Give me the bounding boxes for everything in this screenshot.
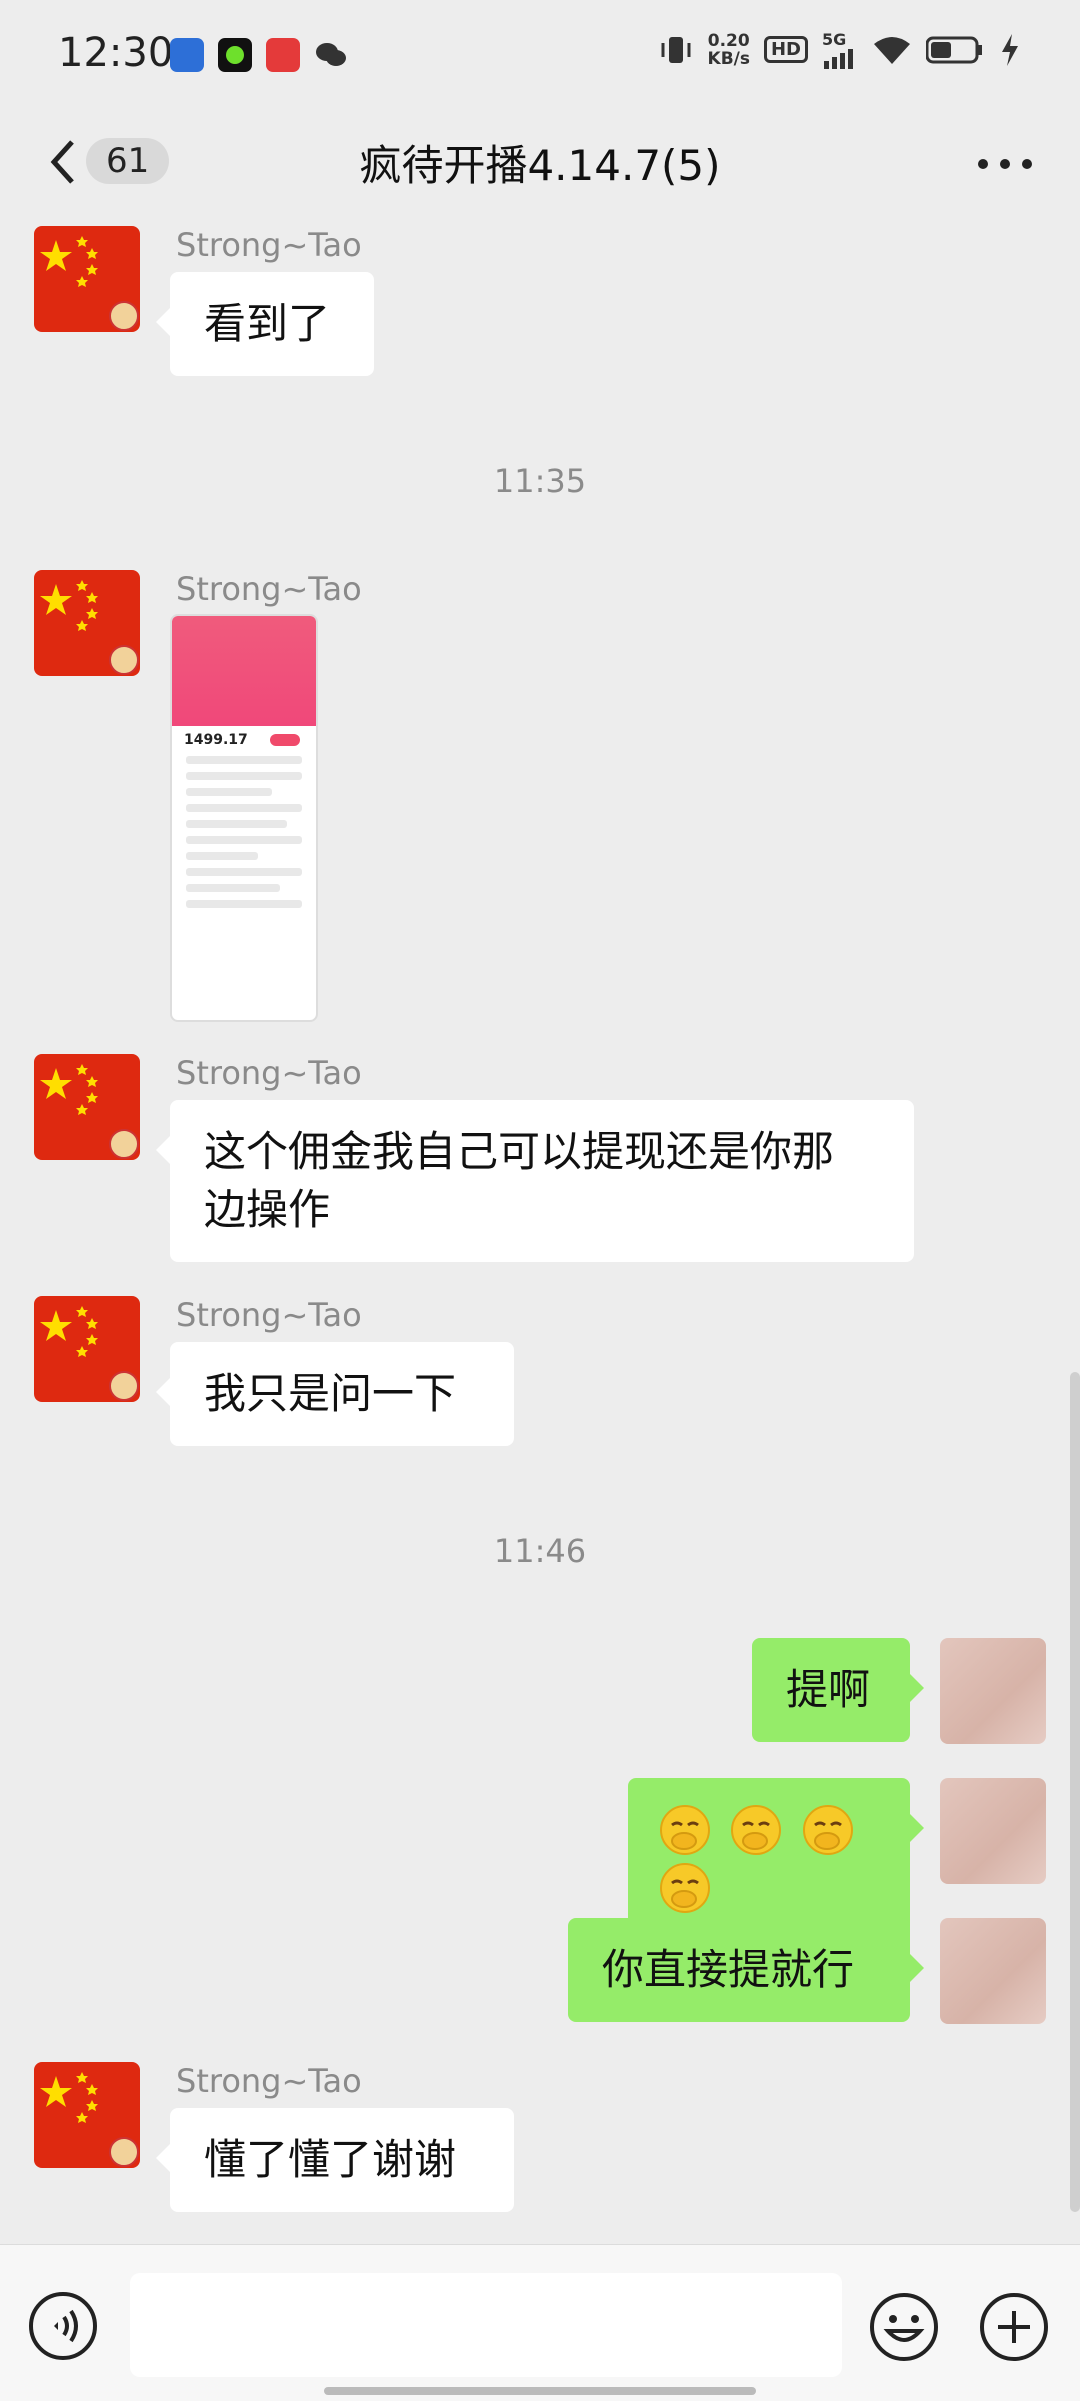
message-bubble[interactable]: 看到了 — [156, 272, 374, 376]
sender-name: Strong~Tao — [176, 1296, 362, 1334]
wechat-notification-icon — [314, 38, 348, 72]
message-bubble-self[interactable]: 你直接提就行 — [568, 1918, 924, 2022]
chat-title: 疯待开播4.14.7(5) — [359, 141, 721, 190]
message-bubble-self[interactable]: 提啊 — [752, 1638, 924, 1742]
chat-message-list[interactable]: Strong~Tao 看到了 11:35 Strong~Tao 1499.17 — [0, 214, 1080, 2244]
avatar[interactable] — [34, 1296, 140, 1402]
status-right-icons: 0.20 KB/s HD 5G — [658, 30, 1020, 69]
sender-name: Strong~Tao — [176, 1054, 362, 1092]
avatar[interactable] — [34, 570, 140, 676]
status-app-icons — [170, 38, 348, 72]
voice-icon[interactable] — [28, 2291, 98, 2361]
avatar[interactable] — [34, 226, 140, 332]
message-bubble[interactable]: 我只是问一下 — [156, 1342, 514, 1446]
emoji-face-hand-over-mouth — [656, 1802, 727, 1855]
vibrate-icon — [661, 36, 691, 63]
sender-name: Strong~Tao — [176, 226, 362, 264]
image-message[interactable]: 1499.17 — [170, 614, 318, 1022]
avatar[interactable] — [34, 2062, 140, 2168]
battery-icon — [926, 36, 982, 63]
message-line: 这个佣金我自己可以提现还是你那 — [204, 1127, 835, 1176]
input-bar — [0, 2244, 1080, 2401]
emoji-icon[interactable] — [868, 2291, 940, 2363]
chat-header: 61 疯待开播4.14.7(5) — [0, 110, 1080, 214]
charging-icon — [1002, 33, 1018, 66]
wifi-icon — [874, 36, 910, 64]
message-bubble-self[interactable] — [628, 1778, 924, 1935]
home-indicator[interactable] — [324, 2387, 756, 2395]
notification-app-icon-2 — [218, 38, 252, 72]
timestamp: 11:46 — [493, 1532, 587, 1570]
signal-icon: 5G — [822, 30, 858, 69]
net-speed: 0.20 KB/s — [707, 30, 750, 69]
emoji-face-hand-over-mouth — [799, 1802, 857, 1855]
sender-name: Strong~Tao — [176, 2062, 362, 2100]
message-line: 边操作 — [204, 1185, 331, 1234]
timestamp: 11:35 — [493, 462, 587, 500]
message-bubble[interactable]: 这个佣金我自己可以提现还是你那 边操作 — [156, 1100, 914, 1262]
emoji-face-hand-over-mouth — [656, 1861, 714, 1913]
message-bubble[interactable]: 懂了懂了谢谢 — [156, 2108, 514, 2212]
sender-name: Strong~Tao — [176, 570, 362, 608]
status-bar: 12:30 0.20 KB/s HD 5G — [0, 0, 1080, 110]
more-icon[interactable] — [970, 134, 1040, 194]
notification-app-icon-1 — [170, 38, 204, 72]
status-time: 12:30 — [58, 30, 174, 76]
self-avatar[interactable] — [940, 1638, 1046, 1744]
hd-icon: HD — [763, 36, 808, 63]
avatar[interactable] — [34, 1054, 140, 1160]
self-avatar[interactable] — [940, 1778, 1046, 1884]
plus-icon[interactable] — [978, 2291, 1050, 2363]
image-button — [270, 734, 300, 746]
emoji-face-hand-over-mouth — [727, 1802, 798, 1855]
scrollbar[interactable] — [1070, 1372, 1080, 2212]
image-header — [172, 616, 316, 726]
notification-app-icon-3 — [266, 38, 300, 72]
message-input[interactable] — [130, 2273, 842, 2377]
self-avatar[interactable] — [940, 1918, 1046, 2024]
